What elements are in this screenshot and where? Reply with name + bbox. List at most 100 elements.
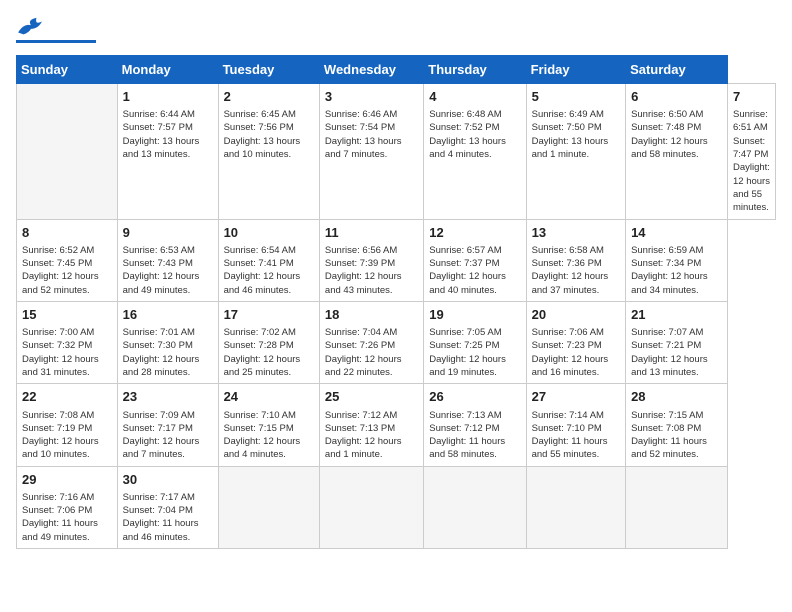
calendar-table: SundayMondayTuesdayWednesdayThursdayFrid… (16, 55, 776, 549)
day-info: Sunrise: 6:52 AM Sunset: 7:45 PM Dayligh… (22, 244, 112, 297)
day-info: Sunrise: 7:10 AM Sunset: 7:15 PM Dayligh… (224, 409, 314, 462)
day-info: Sunrise: 6:49 AM Sunset: 7:50 PM Dayligh… (532, 108, 620, 161)
calendar-cell-1: 1 Sunrise: 6:44 AM Sunset: 7:57 PM Daylig… (117, 84, 218, 220)
day-info: Sunrise: 7:17 AM Sunset: 7:04 PM Dayligh… (123, 491, 213, 544)
calendar-cell-24: 24Sunrise: 7:10 AM Sunset: 7:15 PM Dayli… (218, 384, 319, 466)
calendar-cell-9: 9Sunrise: 6:53 AM Sunset: 7:43 PM Daylig… (117, 219, 218, 301)
calendar-cell-25: 25 Sunrise: 7:12 AM Sunset: 7:13 PM Dayli… (319, 384, 423, 466)
calendar-cell-5: 5 Sunrise: 6:49 AM Sunset: 7:50 PM Daylig… (526, 84, 625, 220)
day-number: 26 (429, 388, 520, 406)
day-info: Sunrise: 7:01 AM Sunset: 7:30 PM Dayligh… (123, 326, 213, 379)
calendar-cell-19: 19 Sunrise: 7:05 AM Sunset: 7:25 PM Dayli… (424, 301, 526, 383)
day-number: 18 (325, 306, 418, 324)
day-info: Sunrise: 7:02 AM Sunset: 7:28 PM Dayligh… (224, 326, 314, 379)
day-info: Sunrise: 7:07 AM Sunset: 7:21 PM Dayligh… (631, 326, 722, 379)
day-number: 6 (631, 88, 722, 106)
calendar-header-monday: Monday (117, 56, 218, 84)
day-info: Sunrise: 6:59 AM Sunset: 7:34 PM Dayligh… (631, 244, 722, 297)
calendar-header-sunday: Sunday (17, 56, 118, 84)
logo (16, 16, 96, 43)
day-info: Sunrise: 7:08 AM Sunset: 7:19 PM Dayligh… (22, 409, 112, 462)
day-number: 1 (123, 88, 213, 106)
calendar-week-3: 15 Sunrise: 7:00 AM Sunset: 7:32 PM Dayli… (17, 301, 776, 383)
calendar-header-wednesday: Wednesday (319, 56, 423, 84)
calendar-cell-13: 13 Sunrise: 6:58 AM Sunset: 7:36 PM Dayli… (526, 219, 625, 301)
day-info: Sunrise: 7:16 AM Sunset: 7:06 PM Dayligh… (22, 491, 112, 544)
calendar-cell-17: 17 Sunrise: 7:02 AM Sunset: 7:28 PM Dayli… (218, 301, 319, 383)
calendar-cell-11: 11 Sunrise: 6:56 AM Sunset: 7:39 PM Dayli… (319, 219, 423, 301)
day-info: Sunrise: 6:58 AM Sunset: 7:36 PM Dayligh… (532, 244, 620, 297)
calendar-cell-empty-2 (218, 466, 319, 548)
calendar-cell-10: 10 Sunrise: 6:54 AM Sunset: 7:41 PM Dayli… (218, 219, 319, 301)
calendar-cell-empty-5 (526, 466, 625, 548)
calendar-cell-8: 8 Sunrise: 6:52 AM Sunset: 7:45 PM Daylig… (17, 219, 118, 301)
day-number: 16 (123, 306, 213, 324)
calendar-cell-empty-3 (319, 466, 423, 548)
calendar-cell-23: 23Sunrise: 7:09 AM Sunset: 7:17 PM Dayli… (117, 384, 218, 466)
day-number: 8 (22, 224, 112, 242)
calendar-cell-16: 16 Sunrise: 7:01 AM Sunset: 7:30 PM Dayli… (117, 301, 218, 383)
calendar-cell-14: 14 Sunrise: 6:59 AM Sunset: 7:34 PM Dayli… (626, 219, 728, 301)
logo-bird-icon (16, 16, 44, 38)
calendar-cell-22: 22 Sunrise: 7:08 AM Sunset: 7:19 PM Dayli… (17, 384, 118, 466)
day-info: Sunrise: 7:00 AM Sunset: 7:32 PM Dayligh… (22, 326, 112, 379)
day-info: Sunrise: 6:45 AM Sunset: 7:56 PM Dayligh… (224, 108, 314, 161)
day-number: 27 (532, 388, 620, 406)
calendar-cell-7: 7 Sunrise: 6:51 AM Sunset: 7:47 PM Daylig… (727, 84, 775, 220)
day-info: Sunrise: 7:15 AM Sunset: 7:08 PM Dayligh… (631, 409, 722, 462)
calendar-cell-21: 21Sunrise: 7:07 AM Sunset: 7:21 PM Dayli… (626, 301, 728, 383)
day-number: 14 (631, 224, 722, 242)
calendar-header-friday: Friday (526, 56, 625, 84)
day-number: 10 (224, 224, 314, 242)
day-number: 29 (22, 471, 112, 489)
day-number: 7 (733, 88, 770, 106)
day-info: Sunrise: 7:12 AM Sunset: 7:13 PM Dayligh… (325, 409, 418, 462)
calendar-week-2: 8 Sunrise: 6:52 AM Sunset: 7:45 PM Daylig… (17, 219, 776, 301)
calendar-cell-29: 29 Sunrise: 7:16 AM Sunset: 7:06 PM Dayli… (17, 466, 118, 548)
calendar-cell-empty-0 (17, 84, 118, 220)
calendar-cell-18: 18 Sunrise: 7:04 AM Sunset: 7:26 PM Dayli… (319, 301, 423, 383)
calendar-cell-15: 15 Sunrise: 7:00 AM Sunset: 7:32 PM Dayli… (17, 301, 118, 383)
day-info: Sunrise: 7:14 AM Sunset: 7:10 PM Dayligh… (532, 409, 620, 462)
day-number: 17 (224, 306, 314, 324)
day-number: 9 (123, 224, 213, 242)
day-info: Sunrise: 6:46 AM Sunset: 7:54 PM Dayligh… (325, 108, 418, 161)
day-info: Sunrise: 6:54 AM Sunset: 7:41 PM Dayligh… (224, 244, 314, 297)
calendar-cell-12: 12Sunrise: 6:57 AM Sunset: 7:37 PM Dayli… (424, 219, 526, 301)
day-number: 5 (532, 88, 620, 106)
day-number: 13 (532, 224, 620, 242)
day-info: Sunrise: 6:50 AM Sunset: 7:48 PM Dayligh… (631, 108, 722, 161)
calendar-cell-30: 30Sunrise: 7:17 AM Sunset: 7:04 PM Dayli… (117, 466, 218, 548)
day-info: Sunrise: 7:06 AM Sunset: 7:23 PM Dayligh… (532, 326, 620, 379)
calendar-header-thursday: Thursday (424, 56, 526, 84)
day-info: Sunrise: 6:48 AM Sunset: 7:52 PM Dayligh… (429, 108, 520, 161)
calendar-cell-26: 26 Sunrise: 7:13 AM Sunset: 7:12 PM Dayli… (424, 384, 526, 466)
day-number: 15 (22, 306, 112, 324)
day-number: 23 (123, 388, 213, 406)
day-number: 4 (429, 88, 520, 106)
day-info: Sunrise: 6:56 AM Sunset: 7:39 PM Dayligh… (325, 244, 418, 297)
calendar-cell-empty-6 (626, 466, 728, 548)
calendar-cell-27: 27 Sunrise: 7:14 AM Sunset: 7:10 PM Dayli… (526, 384, 625, 466)
day-info: Sunrise: 7:04 AM Sunset: 7:26 PM Dayligh… (325, 326, 418, 379)
day-info: Sunrise: 7:13 AM Sunset: 7:12 PM Dayligh… (429, 409, 520, 462)
logo-underline (16, 40, 96, 43)
day-number: 19 (429, 306, 520, 324)
day-number: 3 (325, 88, 418, 106)
day-info: Sunrise: 7:05 AM Sunset: 7:25 PM Dayligh… (429, 326, 520, 379)
day-info: Sunrise: 6:44 AM Sunset: 7:57 PM Dayligh… (123, 108, 213, 161)
day-number: 11 (325, 224, 418, 242)
calendar-cell-20: 20Sunrise: 7:06 AM Sunset: 7:23 PM Dayli… (526, 301, 625, 383)
calendar-cell-3: 3 Sunrise: 6:46 AM Sunset: 7:54 PM Daylig… (319, 84, 423, 220)
calendar-cell-6: 6 Sunrise: 6:50 AM Sunset: 7:48 PM Daylig… (626, 84, 728, 220)
day-number: 25 (325, 388, 418, 406)
day-info: Sunrise: 6:57 AM Sunset: 7:37 PM Dayligh… (429, 244, 520, 297)
calendar-week-1: 1 Sunrise: 6:44 AM Sunset: 7:57 PM Daylig… (17, 84, 776, 220)
calendar-cell-2: 2 Sunrise: 6:45 AM Sunset: 7:56 PM Daylig… (218, 84, 319, 220)
calendar-header-saturday: Saturday (626, 56, 728, 84)
calendar-cell-empty-4 (424, 466, 526, 548)
day-number: 22 (22, 388, 112, 406)
day-number: 2 (224, 88, 314, 106)
calendar-header-tuesday: Tuesday (218, 56, 319, 84)
day-info: Sunrise: 6:51 AM Sunset: 7:47 PM Dayligh… (733, 108, 770, 214)
